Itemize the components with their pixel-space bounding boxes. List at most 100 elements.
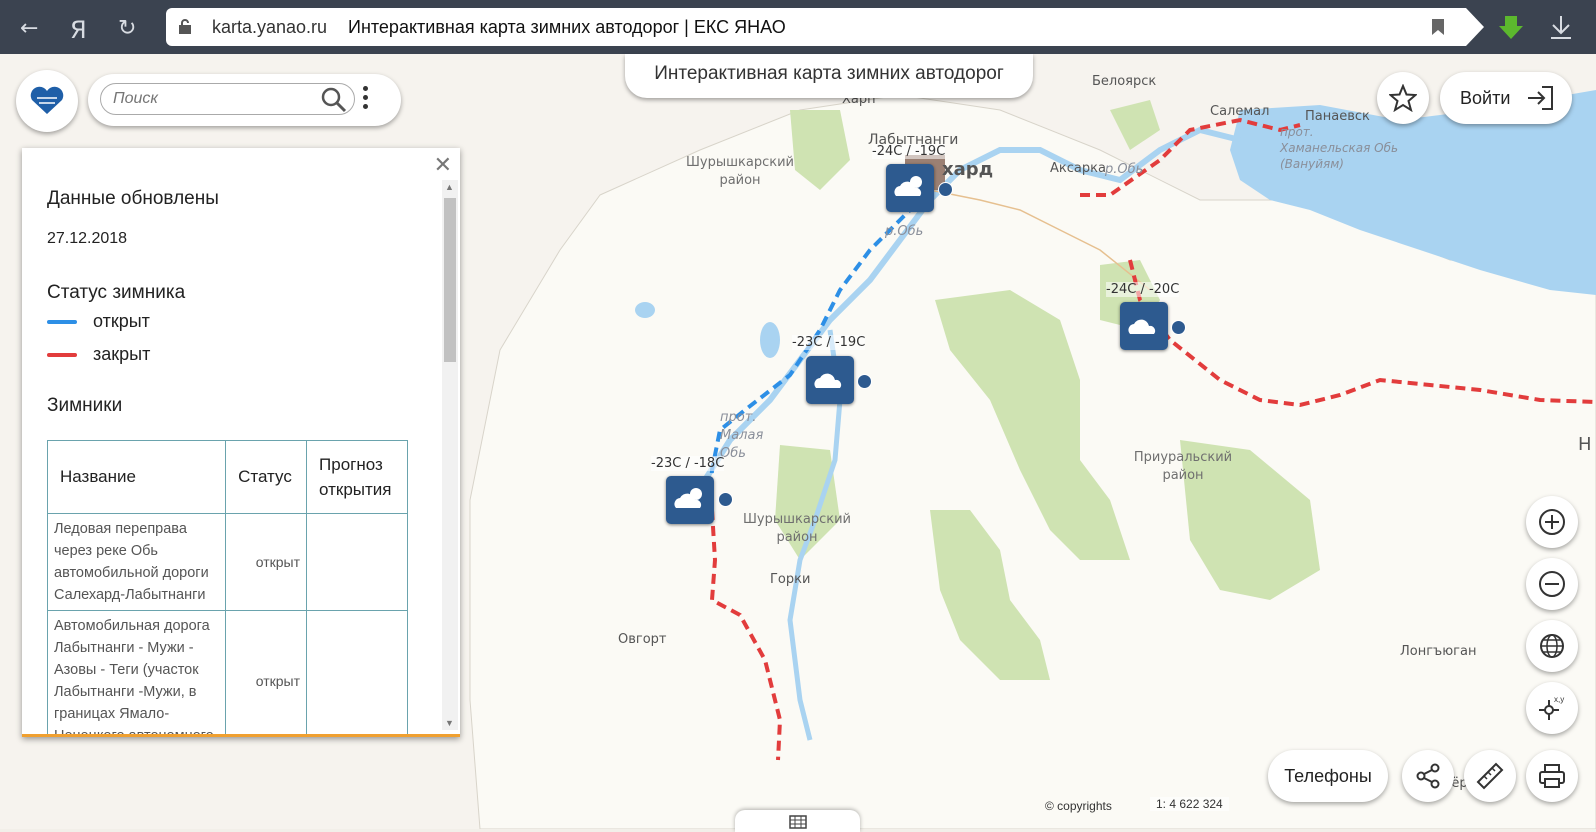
- district-label-priuralsky: Приуральский район: [1133, 450, 1233, 483]
- zoom-out-button[interactable]: [1526, 558, 1578, 610]
- login-label: Войти: [1460, 88, 1511, 108]
- legend-closed-line: [47, 353, 77, 358]
- road-point-marker[interactable]: [857, 374, 872, 389]
- place-label-gorki: Горки: [770, 572, 811, 587]
- place-label-n: Н: [1578, 434, 1592, 455]
- map-title: Интерактивная карта зимних автодорог: [625, 54, 1033, 98]
- login-icon: [1528, 86, 1553, 110]
- roads-table: Название Статус Прогноз открытия Ледовая…: [46, 440, 408, 734]
- place-label-ovgort: Овгорт: [618, 632, 667, 647]
- info-panel: ✕ Данные обновлены 27.12.2018 Статус зим…: [22, 148, 460, 737]
- heart-logo-icon: [30, 86, 64, 114]
- weather-temp-labytnangi: -24С / -19С: [872, 144, 946, 159]
- zoom-in-button[interactable]: [1526, 496, 1578, 548]
- table-row[interactable]: Автомобильная дорога Лабытнанги - Мужи -…: [46, 610, 408, 734]
- address-bar[interactable]: karta.yanao.ru Интерактивная карта зимни…: [166, 8, 1484, 46]
- col-header-forecast: Прогноз открытия: [306, 440, 408, 514]
- measure-button[interactable]: [1464, 750, 1516, 802]
- status-heading: Статус зимника: [47, 282, 186, 303]
- login-button[interactable]: Войти: [1440, 72, 1572, 124]
- scroll-down-icon[interactable]: ▼: [445, 718, 454, 728]
- search-input[interactable]: [100, 83, 355, 115]
- phones-button[interactable]: Телефоны: [1268, 750, 1388, 802]
- river-label-khamanelskaya-ob: прот. Хаманельская Обь (Вануйям): [1280, 125, 1399, 171]
- place-label-beloyarsk: Белоярск: [1092, 74, 1157, 89]
- minus-icon: [1539, 571, 1565, 597]
- plus-icon: [1539, 509, 1565, 535]
- road-point-marker[interactable]: [718, 492, 733, 507]
- legend-closed: закрыт: [47, 344, 150, 365]
- place-label-aksarka: Аксарка: [1050, 161, 1106, 176]
- road-point-marker[interactable]: [1171, 320, 1186, 335]
- road-status: открыт: [225, 610, 308, 734]
- more-options-icon[interactable]: [363, 86, 369, 113]
- place-label-panaevsk: Панаевск: [1305, 109, 1370, 124]
- weather-marker-labytnangi[interactable]: [886, 164, 934, 212]
- tab-page-title: Интерактивная карта зимних автодорог | Е…: [348, 17, 786, 37]
- ruler-icon: [1476, 762, 1504, 790]
- basemap-button[interactable]: [1526, 620, 1578, 672]
- search-box: [88, 74, 401, 126]
- updated-date: 27.12.2018: [47, 230, 128, 247]
- legend-open-label: открыт: [93, 311, 150, 331]
- col-header-status: Статус: [225, 440, 308, 514]
- search-icon[interactable]: [320, 86, 348, 114]
- district-label-shuryshkarsky-north: Шурышкарский район: [686, 155, 794, 188]
- place-label-longyugan: Лонгъюган: [1400, 644, 1477, 659]
- road-point-marker[interactable]: [938, 182, 953, 197]
- coordinates-button[interactable]: x,y: [1526, 682, 1578, 734]
- road-forecast: [306, 610, 408, 734]
- share-button[interactable]: [1402, 750, 1454, 802]
- yandex-logo-icon[interactable]: Я: [70, 16, 87, 44]
- snow-cloud-icon: [674, 488, 702, 508]
- place-label-salemal: Салемал: [1210, 104, 1270, 119]
- table-icon: [789, 815, 807, 829]
- copyright-label[interactable]: © copyrights: [1045, 799, 1112, 813]
- road-forecast: [306, 513, 408, 611]
- weather-marker-malaya-ob[interactable]: [806, 356, 854, 404]
- printer-icon: [1539, 764, 1565, 788]
- snow-cloud-icon: [894, 176, 922, 196]
- scrollbar-thumb[interactable]: [444, 198, 456, 362]
- logo-button[interactable]: [16, 70, 78, 132]
- lock-icon[interactable]: [178, 19, 192, 34]
- legend-closed-label: закрыт: [93, 344, 151, 364]
- updated-heading: Данные обновлены: [47, 188, 219, 209]
- legend-open: открыт: [47, 311, 150, 332]
- weather-temp-malaya-ob: -23С / -19С: [792, 335, 866, 350]
- snow-cloud-icon: [814, 373, 842, 388]
- download-manager-icon[interactable]: [1498, 16, 1524, 40]
- share-icon: [1416, 763, 1440, 789]
- weather-marker-aksarka[interactable]: [1120, 302, 1168, 350]
- district-label-shuryshkarsky-south: Шурышкарский район: [743, 512, 851, 545]
- download-icon[interactable]: [1550, 16, 1572, 40]
- browser-toolbar: ← Я ↻ karta.yanao.ru Интерактивная карта…: [0, 0, 1596, 54]
- weather-marker-muzhi[interactable]: [666, 476, 714, 524]
- reload-icon[interactable]: ↻: [118, 16, 136, 41]
- print-button[interactable]: [1526, 750, 1578, 802]
- roads-heading: Зимники: [47, 395, 123, 416]
- star-icon: [1389, 84, 1417, 112]
- scale-label: 1: 4 622 324: [1150, 797, 1229, 811]
- back-icon[interactable]: ←: [20, 16, 38, 41]
- close-icon[interactable]: ✕: [434, 152, 452, 178]
- snow-cloud-icon: [1128, 319, 1156, 334]
- road-name: Ледовая переправа через реке Обь автомоб…: [46, 513, 227, 611]
- weather-temp-aksarka: -24С / -20С: [1106, 282, 1180, 297]
- weather-temp-muzhi: -23С / -18С: [651, 456, 725, 471]
- river-label-malaya-ob: прот. Малая Обь: [720, 410, 764, 461]
- road-status: открыт: [225, 513, 308, 611]
- table-row[interactable]: Ледовая переправа через реке Обь автомоб…: [46, 513, 408, 611]
- col-header-name: Название: [46, 440, 227, 514]
- road-name: Автомобильная дорога Лабытнанги - Мужи -…: [46, 610, 227, 734]
- river-label-ob-2: р.Обь: [1105, 162, 1144, 177]
- panel-scrollbar[interactable]: ▲ ▼: [442, 180, 458, 730]
- scroll-up-icon[interactable]: ▲: [445, 182, 454, 192]
- favorites-button[interactable]: [1377, 72, 1429, 124]
- river-label-ob-1: р.Обь: [885, 224, 924, 239]
- crosshair-xy-icon: x,y: [1539, 695, 1564, 720]
- legend-open-line: [47, 320, 77, 325]
- bookmark-icon[interactable]: [1432, 19, 1444, 35]
- url-domain: karta.yanao.ru: [212, 17, 328, 37]
- table-header-row: Название Статус Прогноз открытия: [46, 440, 408, 514]
